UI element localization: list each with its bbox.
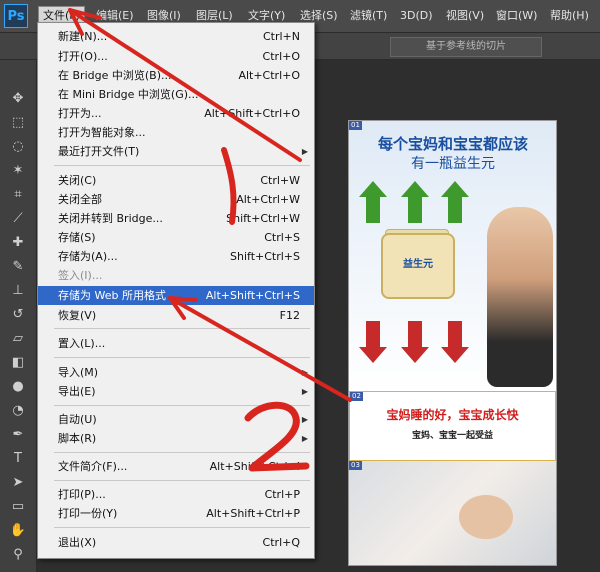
submenu-arrow-icon: ▶ <box>301 387 308 396</box>
zoom-tool-icon[interactable]: ⚲ <box>8 546 28 564</box>
menu-item-automate[interactable]: 自动(U) ▶ <box>38 410 314 429</box>
menu-item-browse-bridge[interactable]: 在 Bridge 中浏览(B)... Alt+Ctrl+O <box>38 66 314 85</box>
brush-tool-icon[interactable]: ✎ <box>8 258 28 276</box>
healing-brush-tool-icon[interactable]: ✚ <box>8 234 28 252</box>
menu-item-save[interactable]: 存储(S) Ctrl+S <box>38 228 314 247</box>
menu-filter[interactable]: 滤镜(T) <box>346 7 391 25</box>
green-up-arrow-icon <box>441 181 469 197</box>
slices-from-guides-button[interactable]: 基于参考线的切片 <box>390 37 542 57</box>
eraser-tool-icon[interactable]: ▱ <box>8 330 28 348</box>
paint-bucket-tool-icon[interactable]: ◧ <box>8 354 28 372</box>
red-down-arrow-icon <box>401 347 429 363</box>
jar-label: 益生元 <box>403 259 433 270</box>
menu-item-browse-mini-bridge[interactable]: 在 Mini Bridge 中浏览(G)... <box>38 85 314 104</box>
menu-item-close[interactable]: 关闭(C) Ctrl+W <box>38 171 314 190</box>
menu-view[interactable]: 视图(V) <box>442 7 488 25</box>
green-up-arrow-body <box>366 197 380 223</box>
baby-image <box>459 495 513 539</box>
red-down-arrow-icon <box>359 347 387 363</box>
red-down-arrow-body <box>366 321 380 347</box>
menu-3d[interactable]: 3D(D) <box>396 7 437 25</box>
move-tool-icon[interactable]: ✥ <box>8 90 28 108</box>
clone-stamp-tool-icon[interactable]: ⊥ <box>8 282 28 300</box>
headline-2: 有一瓶益生元 <box>411 156 495 172</box>
history-brush-tool-icon[interactable]: ↺ <box>8 306 28 324</box>
file-menu-dropdown: 新建(N)... Ctrl+N 打开(O)... Ctrl+O 在 Bridge 中… <box>37 22 315 559</box>
tools-panel: ✥ ⬚ ◌ ✶ ⌗ ⟋ ✚ ✎ ⊥ ↺ ▱ ◧ ● ◔ ✒ T ➤ ▭ ✋ ⚲ <box>0 60 37 572</box>
green-up-arrow-body <box>448 197 462 223</box>
menu-item-check-in[interactable]: 签入(I)... <box>38 266 314 285</box>
menu-item-import[interactable]: 导入(M) ▶ <box>38 363 314 382</box>
menu-item-close-all[interactable]: 关闭全部 Alt+Ctrl+W <box>38 190 314 209</box>
probiotic-jar-image: 益生元 <box>381 233 455 299</box>
slice-tag: 02 <box>350 392 363 401</box>
submenu-arrow-icon: ▶ <box>301 415 308 424</box>
red-down-arrow-icon <box>441 347 469 363</box>
menu-divider <box>54 480 310 481</box>
hand-tool-icon[interactable]: ✋ <box>8 522 28 540</box>
green-up-arrow-body <box>408 197 422 223</box>
menu-divider <box>54 527 310 528</box>
dodge-tool-icon[interactable]: ◔ <box>8 402 28 420</box>
menu-item-open-as[interactable]: 打开为... Alt+Shift+Ctrl+O <box>38 104 314 123</box>
type-tool-icon[interactable]: T <box>8 450 28 468</box>
pregnant-woman-image <box>487 207 553 387</box>
submenu-arrow-icon: ▶ <box>301 368 308 377</box>
menu-item-open[interactable]: 打开(O)... Ctrl+O <box>38 47 314 66</box>
menu-window[interactable]: 窗口(W) <box>492 7 541 25</box>
menu-item-revert[interactable]: 恢复(V) F12 <box>38 306 314 325</box>
photoshop-logo: Ps <box>4 4 28 28</box>
lasso-tool-icon[interactable]: ◌ <box>8 138 28 156</box>
mid-subline: 宝妈、宝宝一起受益 <box>411 431 493 441</box>
menu-item-close-go-bridge[interactable]: 关闭并转到 Bridge... Shift+Ctrl+W <box>38 209 314 228</box>
menu-item-export[interactable]: 导出(E) ▶ <box>38 382 314 401</box>
slice-tag: 03 <box>349 461 362 470</box>
menu-item-scripts[interactable]: 脚本(R) ▶ <box>38 429 314 448</box>
banner-mid-section: 02 宝妈睡的好，宝宝成长快 宝妈、宝宝一起受益 <box>349 391 556 461</box>
menu-item-place[interactable]: 置入(L)... <box>38 334 314 353</box>
green-up-arrow-icon <box>359 181 387 197</box>
menu-divider <box>54 328 310 329</box>
submenu-arrow-icon: ▶ <box>301 147 308 156</box>
pen-tool-icon[interactable]: ✒ <box>8 426 28 444</box>
banner-top-section: 01 每个宝妈和宝宝都应该 有一瓶益生元 益生元 <box>349 121 556 391</box>
menu-item-print-one-copy[interactable]: 打印一份(Y) Alt+Shift+Ctrl+P <box>38 504 314 523</box>
menu-divider <box>54 405 310 406</box>
headline-1: 每个宝妈和宝宝都应该 <box>377 135 528 153</box>
submenu-arrow-icon: ▶ <box>301 434 308 443</box>
menu-divider <box>54 452 310 453</box>
menu-divider <box>54 165 310 166</box>
menu-item-exit[interactable]: 退出(X) Ctrl+Q <box>38 533 314 552</box>
crop-tool-icon[interactable]: ⌗ <box>8 186 28 204</box>
slice-tag: 01 <box>349 121 362 130</box>
path-selection-tool-icon[interactable]: ➤ <box>8 474 28 492</box>
menu-item-save-as[interactable]: 存储为(A)... Shift+Ctrl+S <box>38 247 314 266</box>
menu-item-file-info[interactable]: 文件简介(F)... Alt+Shift+Ctrl+I <box>38 457 314 476</box>
mid-headline: 宝妈睡的好，宝宝成长快 <box>386 408 519 422</box>
blur-tool-icon[interactable]: ● <box>8 378 28 396</box>
document-canvas[interactable]: 01 每个宝妈和宝宝都应该 有一瓶益生元 益生元 02 宝妈睡的好，宝宝成长快 … <box>348 120 557 566</box>
green-up-arrow-icon <box>401 181 429 197</box>
red-down-arrow-body <box>448 321 462 347</box>
marquee-tool-icon[interactable]: ⬚ <box>8 114 28 132</box>
menu-item-save-for-web[interactable]: 存储为 Web 所用格式 Alt+Shift+Ctrl+S <box>38 286 314 305</box>
red-down-arrow-body <box>408 321 422 347</box>
magic-wand-tool-icon[interactable]: ✶ <box>8 162 28 180</box>
baby-photo-section: 03 <box>349 461 556 565</box>
menu-item-recent-files[interactable]: 最近打开文件(T) ▶ <box>38 142 314 161</box>
menu-help[interactable]: 帮助(H) <box>546 7 593 25</box>
menu-divider <box>54 357 310 358</box>
menu-item-print[interactable]: 打印(P)... Ctrl+P <box>38 485 314 504</box>
rectangle-tool-icon[interactable]: ▭ <box>8 498 28 516</box>
eyedropper-tool-icon[interactable]: ⟋ <box>8 210 28 228</box>
menu-item-open-smart-object[interactable]: 打开为智能对象... <box>38 123 314 142</box>
menu-item-new[interactable]: 新建(N)... Ctrl+N <box>38 27 314 46</box>
